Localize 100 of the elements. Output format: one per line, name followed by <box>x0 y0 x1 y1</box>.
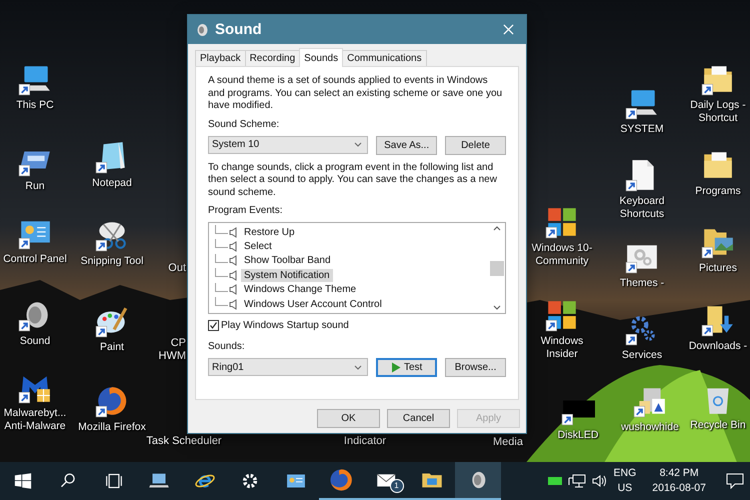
icon-label: Malwarebyt... Anti-Malware <box>2 407 68 433</box>
icon-label: Paint <box>100 341 124 354</box>
icon-label: Themes - <box>620 277 664 290</box>
dialog-button[interactable]: OK <box>317 409 380 428</box>
action-center-icon[interactable] <box>726 473 744 489</box>
chevron-down-icon <box>354 364 362 370</box>
recycle-icon[interactable] <box>707 388 729 414</box>
monitor-icon[interactable] <box>629 90 657 115</box>
battery-icon[interactable] <box>548 477 562 485</box>
speaker-icon <box>472 472 486 488</box>
envelope-icon <box>376 474 396 486</box>
run-icon[interactable] <box>20 152 50 168</box>
field-label: Program Events: <box>208 205 284 217</box>
firefox-icon <box>330 469 352 491</box>
speaker-icon[interactable] <box>26 302 48 328</box>
scroll-thumb[interactable] <box>490 260 504 276</box>
speaker-icon <box>229 226 237 238</box>
program-event[interactable]: Select <box>241 240 275 254</box>
firefox-icon[interactable] <box>98 387 126 415</box>
tiles-icon[interactable] <box>548 208 576 236</box>
scroll-down-icon[interactable] <box>493 305 501 310</box>
notepad-icon[interactable] <box>101 142 125 170</box>
icon-label: Task Scheduler <box>145 435 223 448</box>
instructions-text: To change sounds, click a program event in the following list and then select a sound to apply. You can save the changes as a new sound scheme. <box>208 162 498 199</box>
icon-label: Keyboard Shortcuts <box>618 195 666 221</box>
scroll-up-icon[interactable] <box>493 226 501 231</box>
icon-label: Daily Logs - Shortcut <box>689 99 747 125</box>
icon-label: Windows Insider <box>540 335 584 361</box>
chevron-down-icon <box>354 142 362 147</box>
cogs-icon[interactable] <box>631 316 655 341</box>
icon-label: Pictures <box>699 262 737 275</box>
window-title: Sound <box>215 21 262 38</box>
taskbar-button[interactable]: 1 <box>364 462 410 500</box>
windows-logo-icon <box>14 473 31 489</box>
task-view-icon <box>106 474 122 488</box>
search-icon <box>61 473 75 488</box>
icon-label: Media <box>492 436 524 448</box>
icon-label: Run <box>25 180 45 193</box>
tab[interactable]: Playback <box>195 50 246 66</box>
settings-icon <box>243 474 258 488</box>
dialog-button[interactable]: Cancel <box>387 409 450 428</box>
icon-label: CP HWM <box>158 337 186 362</box>
program-event[interactable]: Restore Up <box>241 226 298 239</box>
folder-pictures-icon[interactable] <box>704 229 733 255</box>
scheme-dropdown[interactable]: System 10 <box>208 136 368 154</box>
folder-download-icon[interactable] <box>707 306 733 333</box>
field-label: Sounds: <box>208 341 246 353</box>
notification-badge: 1 <box>390 479 404 493</box>
icon-label: Notepad <box>92 177 132 190</box>
folder-icon[interactable] <box>704 152 732 178</box>
icon-label: Windows 10-Community <box>530 242 594 268</box>
speaker-icon <box>229 270 237 281</box>
scheme-button[interactable]: Delete <box>445 136 506 154</box>
folder-icon <box>422 474 442 488</box>
check-icon <box>209 321 218 330</box>
icon-label: Programs <box>695 185 741 198</box>
browse-button[interactable]: Browse... <box>445 358 506 377</box>
field-label: Sound Scheme: <box>208 118 280 130</box>
icon-label: Out <box>167 262 186 274</box>
program-event[interactable]: Windows Change Theme <box>241 283 360 296</box>
icon-label: This PC <box>16 99 54 112</box>
volume-icon[interactable] <box>592 474 608 488</box>
monitor-icon[interactable] <box>22 66 50 91</box>
language-indicator[interactable]: ENG US <box>614 466 636 496</box>
icon-label: Mozilla Firefox <box>78 421 146 434</box>
tab[interactable]: Communications <box>342 50 427 66</box>
speaker-icon <box>229 241 237 252</box>
block-icon[interactable] <box>563 400 595 418</box>
tiles-icon[interactable] <box>548 301 576 329</box>
laptop-icon <box>150 474 169 488</box>
speaker-icon <box>196 22 208 36</box>
speaker-icon <box>229 298 237 310</box>
checkbox-label[interactable]: Play Windows Startup sound <box>221 320 349 331</box>
icon-label: Downloads - <box>688 340 748 353</box>
checkbox[interactable] <box>208 320 219 331</box>
scheme-button[interactable]: Save As... <box>376 136 438 154</box>
speaker-icon <box>229 255 237 266</box>
test-button[interactable]: Test <box>376 358 438 377</box>
program-event[interactable]: System Notification <box>241 268 333 282</box>
icon-label: Indicator <box>342 435 388 448</box>
description-text: A sound theme is a set of sounds applied to events in Windows and programs. You can select an existing scheme or save one you have modified. <box>208 75 504 112</box>
network-icon[interactable] <box>568 473 586 489</box>
palette-icon[interactable] <box>97 307 128 333</box>
icon-label: Control Panel <box>3 253 67 266</box>
tab[interactable]: Recording <box>244 50 300 66</box>
files-icon[interactable] <box>639 388 665 414</box>
clock[interactable]: 8:42 PM 2016-08-07 <box>652 466 706 496</box>
program-event[interactable]: Windows User Account Control <box>241 298 385 311</box>
sounds-dropdown[interactable]: Ring01 <box>208 358 368 376</box>
play-icon <box>390 362 401 373</box>
tab[interactable]: Sounds <box>299 48 344 67</box>
taskbar-button[interactable] <box>455 462 500 500</box>
speaker-icon <box>229 284 237 296</box>
icon-label: SYSTEM <box>620 123 664 136</box>
browser-icon <box>195 474 214 488</box>
icon-label: DiskLED <box>558 429 598 442</box>
program-event[interactable]: Show Toolbar Band <box>241 254 334 268</box>
icon-label: wushowhide <box>621 421 679 434</box>
icon-label: Sound <box>20 335 50 348</box>
icon-label: Recycle Bin <box>690 419 746 432</box>
